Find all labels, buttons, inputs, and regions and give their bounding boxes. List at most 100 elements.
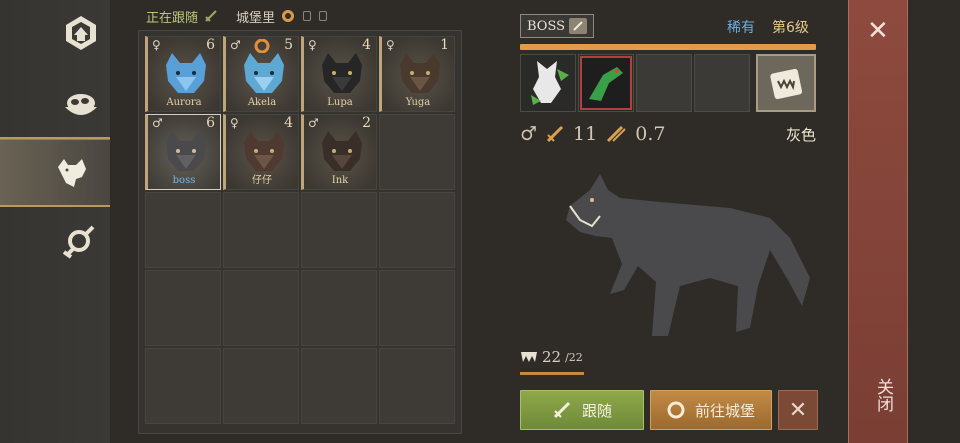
attack-value: 11 bbox=[573, 123, 598, 145]
wolf-portrait bbox=[322, 131, 362, 171]
wolf-slot[interactable]: ♀ 1 Yuga bbox=[379, 36, 455, 112]
empty-slot[interactable] bbox=[379, 348, 455, 424]
wolf-detail-panel: BOSS 稀有 第6级 ♂ 11 0.7 灰色 22 /22 跟随 前往城堡 ✕ bbox=[520, 10, 820, 435]
female-icon: ♀ bbox=[386, 38, 395, 52]
location-status: 城堡里 bbox=[236, 10, 276, 26]
release-button[interactable]: ✕ bbox=[778, 390, 818, 430]
skill-pack-icon bbox=[531, 61, 569, 105]
wolf-portrait bbox=[322, 53, 362, 93]
wolf-slot[interactable]: ♀ 6 Aurora bbox=[145, 36, 221, 112]
fang-icon bbox=[521, 352, 537, 362]
go-castle-button[interactable]: 前往城堡 bbox=[650, 390, 772, 430]
empty-slot[interactable] bbox=[145, 192, 221, 268]
empty-slot[interactable] bbox=[301, 192, 377, 268]
empty-slot[interactable] bbox=[145, 348, 221, 424]
wolf-name: boss bbox=[172, 175, 196, 186]
close-label: 关闭 bbox=[873, 378, 893, 412]
wolf-name-field[interactable]: BOSS bbox=[520, 14, 594, 38]
tab-divider-bottom bbox=[0, 205, 110, 207]
wolf-name: 仔仔 bbox=[252, 175, 272, 186]
wolf-slot[interactable]: ♂ 5 Akela bbox=[223, 36, 299, 112]
tab-castle[interactable] bbox=[52, 4, 110, 62]
hunger-bar bbox=[520, 372, 584, 375]
wolf-card-button[interactable] bbox=[756, 54, 816, 112]
tab-food[interactable] bbox=[52, 76, 110, 134]
wolf-slot[interactable]: ♂ 2 Ink bbox=[301, 114, 377, 190]
skill-slot[interactable] bbox=[520, 54, 576, 112]
screen-edge bbox=[908, 0, 960, 443]
wolf-name: Lupa bbox=[327, 97, 353, 108]
speed-icon bbox=[607, 125, 626, 143]
castle-badge-icon bbox=[667, 401, 685, 419]
selected-wolf-name: BOSS bbox=[527, 18, 566, 34]
sidebar bbox=[0, 0, 110, 443]
wolf-icon bbox=[58, 159, 86, 187]
empty-slot[interactable] bbox=[145, 270, 221, 346]
xp-bar bbox=[520, 44, 816, 50]
male-icon: ♂ bbox=[520, 123, 538, 145]
hunger-display: 22 /22 bbox=[520, 348, 583, 366]
tab-breeding[interactable] bbox=[52, 212, 110, 270]
castle-icon bbox=[66, 16, 96, 50]
castle-badge-icon bbox=[282, 10, 295, 22]
wolf-portrait bbox=[166, 131, 206, 171]
wolf-slot[interactable]: ♀ 4 仔仔 bbox=[223, 114, 299, 190]
close-icon: ✕ bbox=[788, 397, 808, 423]
sword-icon bbox=[205, 10, 217, 22]
wolf-portrait bbox=[244, 53, 284, 93]
skill-slot[interactable] bbox=[578, 54, 634, 112]
sword-icon bbox=[553, 401, 571, 419]
go-castle-label: 前往城堡 bbox=[694, 401, 755, 420]
wolf-name: Ink bbox=[331, 175, 349, 186]
follow-status: 正在跟随 bbox=[146, 10, 199, 26]
lock-icon bbox=[319, 11, 328, 21]
food-bowl-icon bbox=[65, 94, 97, 115]
breeding-icon bbox=[62, 225, 95, 259]
empty-slot[interactable] bbox=[301, 348, 377, 424]
female-icon: ♀ bbox=[308, 38, 317, 52]
hunger-value: 22 bbox=[542, 348, 562, 366]
wolf-slot-selected[interactable]: ♂ 6 boss bbox=[145, 114, 221, 190]
empty-slot[interactable] bbox=[379, 114, 455, 190]
wolf-name: Akela bbox=[247, 97, 277, 108]
male-icon: ♂ bbox=[152, 116, 163, 130]
wolf-name: Aurora bbox=[166, 97, 202, 108]
empty-slot[interactable] bbox=[223, 192, 299, 268]
tab-wolves[interactable] bbox=[0, 139, 110, 207]
empty-slot[interactable] bbox=[223, 270, 299, 346]
follow-label: 跟随 bbox=[581, 401, 612, 420]
empty-slot[interactable] bbox=[379, 270, 455, 346]
skill-slot-empty[interactable] bbox=[694, 54, 750, 112]
follow-button[interactable]: 跟随 bbox=[520, 390, 644, 430]
wolf-portrait bbox=[244, 131, 284, 171]
wolf-stats: ♂ 11 0.7 灰色 bbox=[520, 122, 816, 146]
wolf-grid-panel: ♀ 6 Aurora ♂ 5 Akela ♀ 4 Lupa ♀ 1 Yuga ♂… bbox=[138, 30, 462, 434]
skill-howl-icon bbox=[580, 56, 632, 110]
rename-icon[interactable] bbox=[569, 18, 588, 34]
empty-slot[interactable] bbox=[301, 270, 377, 346]
wolf-slot[interactable]: ♀ 4 Lupa bbox=[301, 36, 377, 112]
empty-slot[interactable] bbox=[379, 192, 455, 268]
wolf-portrait bbox=[400, 53, 440, 93]
wolf-model bbox=[566, 174, 810, 336]
wolf-portrait bbox=[166, 53, 206, 93]
close-icon[interactable]: ✕ bbox=[867, 16, 889, 46]
male-icon: ♂ bbox=[308, 116, 319, 130]
fang-card-icon bbox=[770, 68, 803, 100]
empty-slot[interactable] bbox=[223, 348, 299, 424]
wolf-name: Yuga bbox=[405, 97, 431, 108]
skill-slots bbox=[520, 54, 816, 114]
hunger-max: /22 bbox=[565, 350, 583, 364]
status-bar: 正在跟随 城堡里 bbox=[146, 6, 328, 26]
rarity-label: 稀有 bbox=[727, 20, 755, 36]
wolf-grid: ♀ 6 Aurora ♂ 5 Akela ♀ 4 Lupa ♀ 1 Yuga ♂… bbox=[145, 36, 455, 424]
close-panel[interactable]: ✕ 关闭 bbox=[848, 0, 908, 443]
female-icon: ♀ bbox=[152, 38, 161, 52]
skill-slot-empty[interactable] bbox=[636, 54, 692, 112]
lock-icon bbox=[303, 11, 312, 21]
attack-icon bbox=[546, 125, 564, 143]
castle-badge-icon bbox=[254, 39, 270, 53]
speed-value: 0.7 bbox=[635, 123, 666, 145]
level-label: 第6级 bbox=[772, 20, 809, 36]
male-icon: ♂ bbox=[230, 38, 241, 52]
